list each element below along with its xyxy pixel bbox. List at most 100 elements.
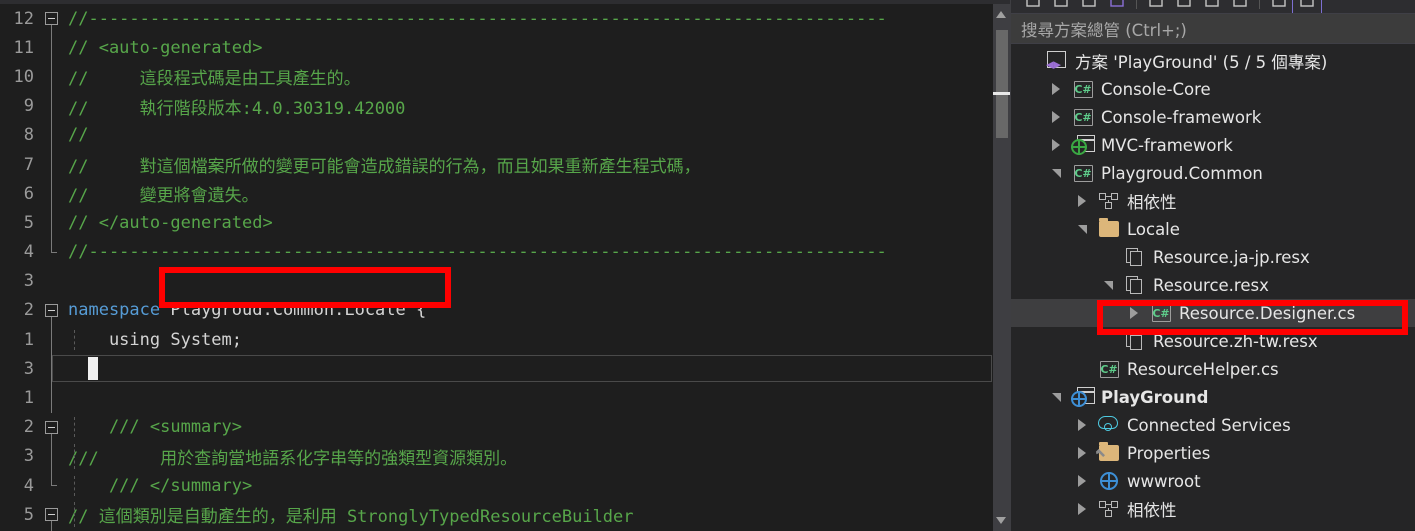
code-editor-pane[interactable]: 12//------------------------------------… (0, 0, 1010, 531)
code-line[interactable]: 1 using System; (0, 325, 1010, 355)
chevron-down-icon[interactable] (1069, 224, 1095, 234)
fold-column[interactable] (40, 413, 66, 442)
chevron-down-icon[interactable] (1043, 392, 1069, 402)
chevron-right-icon[interactable] (1069, 475, 1095, 487)
tree-item-properties[interactable]: Properties (1011, 439, 1415, 467)
fold-column[interactable] (40, 62, 66, 92)
refresh-icon[interactable] (1142, 0, 1170, 13)
code-line[interactable]: 9 // 執行階段版本:4.0.30319.42000 (0, 91, 1010, 121)
code-line[interactable]: 5 // </auto-generated> (0, 208, 1010, 238)
code-text-area[interactable]: 12//------------------------------------… (0, 4, 1010, 531)
collapse-minus-icon[interactable] (45, 420, 58, 434)
tree-item-playground[interactable]: PlayGround (1011, 383, 1415, 411)
tree-item-wwwroot[interactable]: wwwroot (1011, 467, 1415, 495)
code-line[interactable]: 11 // <auto-generated> (0, 33, 1010, 63)
collapse-all-icon[interactable] (1170, 0, 1198, 13)
collapse-minus-icon[interactable] (45, 12, 58, 25)
view-code-icon[interactable] (1226, 0, 1254, 13)
code-line[interactable]: 4 //-------------------------------------… (0, 237, 1010, 267)
tree-item-resource-resx[interactable]: Resource.resx (1011, 271, 1415, 299)
properties-icon[interactable] (1265, 0, 1293, 13)
code-line[interactable]: 4 /// </summary> (0, 471, 1010, 500)
tree-item-[interactable]: 相依性 (1011, 187, 1415, 215)
code-line[interactable]: 3 (0, 267, 1010, 296)
tree-item-connected-services[interactable]: Connected Services (1011, 411, 1415, 439)
tree-item-resource-ja-jp-resx[interactable]: Resource.ja-jp.resx (1011, 243, 1415, 271)
chevron-right-icon[interactable] (1121, 307, 1147, 319)
fold-column[interactable] (40, 120, 66, 150)
fold-column[interactable] (40, 325, 66, 355)
code-line[interactable]: 7 // 對這個檔案所做的變更可能會造成錯誤的行為，而且如果重新產生程式碼， (0, 149, 1010, 180)
scrollbar-thumb[interactable] (996, 30, 1008, 138)
show-all-files-icon[interactable] (1198, 0, 1226, 13)
chevron-right-icon[interactable] (1069, 195, 1095, 207)
indent-guide (74, 417, 75, 438)
tree-item-resource-designer-cs[interactable]: C# Resource.Designer.cs (1011, 299, 1415, 327)
fold-column[interactable] (40, 237, 66, 267)
chevron-down-icon[interactable] (1043, 168, 1069, 178)
chevron-right-icon[interactable] (1043, 111, 1069, 123)
chevron-right-icon[interactable] (1043, 139, 1069, 151)
fold-column[interactable] (40, 179, 66, 209)
solution-explorer-search-box[interactable]: 搜尋方案總管 (Ctrl+;) (1011, 14, 1415, 44)
code-line[interactable]: 2 namespace Playgroud.Common.Locale { (0, 296, 1010, 326)
back-arrow-icon[interactable] (1019, 0, 1047, 13)
tree-item-locale[interactable]: Locale (1011, 215, 1415, 243)
code-token: // 這個類別是自動產生的，是利用 StronglyTypedResourceB… (68, 507, 634, 528)
scroll-up-arrow-icon[interactable] (993, 6, 1010, 23)
collapse-minus-icon[interactable] (45, 508, 58, 522)
solution-explorer-toolbar[interactable] (1011, 0, 1415, 14)
code-line[interactable]: 10 // 這段程式碼是由工具產生的。 (0, 62, 1010, 92)
chevron-right-icon[interactable] (1069, 419, 1095, 431)
tree-item-console-framework[interactable]: C# Console-framework (1011, 103, 1415, 131)
code-line[interactable]: 6 // 變更將會遺失。 (0, 179, 1010, 209)
collapse-minus-icon[interactable] (45, 303, 58, 317)
fold-column[interactable] (40, 267, 66, 296)
preview-selected-items-icon[interactable] (1292, 0, 1322, 13)
line-number: 7 (23, 154, 34, 175)
chevron-right-icon[interactable] (1069, 503, 1095, 515)
fold-column[interactable] (40, 441, 66, 471)
fold-column[interactable] (40, 383, 66, 413)
fold-column[interactable] (40, 296, 66, 326)
fold-column[interactable] (40, 500, 66, 530)
code-line-text: // 對這個檔案所做的變更可能會造成錯誤的行為，而且如果重新產生程式碼， (66, 152, 1010, 177)
tree-item-console-core[interactable]: C# Console-Core (1011, 75, 1415, 103)
code-line[interactable]: 8 // (0, 120, 1010, 150)
tree-item-label: Locale (1127, 219, 1180, 239)
editor-vertical-scrollbar[interactable] (993, 4, 1010, 531)
home-icon[interactable] (1075, 0, 1103, 13)
tree-item-resource-zh-tw-resx[interactable]: Resource.zh-tw.resx (1011, 327, 1415, 355)
sync-with-active-document-icon[interactable] (1103, 0, 1131, 13)
chevron-down-icon[interactable] (1095, 280, 1121, 290)
tree-item-mvc-framework[interactable]: MVC-framework (1011, 131, 1415, 159)
code-line[interactable]: 5 // 這個類別是自動產生的，是利用 StronglyTypedResource… (0, 500, 1010, 530)
fold-column[interactable] (40, 91, 66, 121)
fold-column[interactable] (40, 4, 66, 34)
code-line[interactable]: 3 /// 用於查詢當地語系化字串等的強類型資源類別。 (0, 441, 1010, 471)
code-line[interactable]: 1 (0, 383, 1010, 413)
line-number: 2 (23, 300, 34, 321)
tree-item-playgroud-common[interactable]: C# Playgroud.Common (1011, 159, 1415, 187)
scroll-down-arrow-icon[interactable] (993, 512, 1010, 529)
fold-column[interactable] (40, 354, 66, 384)
code-token: using System; (68, 329, 242, 350)
chevron-right-icon[interactable] (1069, 447, 1095, 459)
fold-column[interactable] (40, 208, 66, 238)
chevron-right-icon[interactable] (1043, 83, 1069, 95)
code-line[interactable]: 2 /// <summary> (0, 413, 1010, 442)
line-number: 11 (13, 37, 34, 58)
code-line[interactable]: 3 (0, 354, 1010, 384)
code-line[interactable]: 12 //------------------------------------… (0, 4, 1010, 34)
tree-item-playground-5-5[interactable]: ◂▸ 方案 'PlayGround' (5 / 5 個專案) (1011, 47, 1415, 75)
line-number: 5 (23, 504, 34, 525)
solution-tree[interactable]: ◂▸ 方案 'PlayGround' (5 / 5 個專案) C# Console-C… (1011, 44, 1415, 530)
forward-arrow-icon[interactable] (1047, 0, 1075, 13)
fold-column[interactable] (40, 471, 66, 500)
tree-item-[interactable]: 相依性 (1011, 495, 1415, 523)
fold-column[interactable] (40, 33, 66, 63)
solution-explorer-panel[interactable]: 搜尋方案總管 (Ctrl+;) ◂▸ 方案 'PlayGround' (5 / 5… (1010, 0, 1415, 531)
fold-column[interactable] (40, 149, 66, 180)
toolbar-separator (1259, 0, 1260, 9)
tree-item-resourcehelper-cs[interactable]: C# ResourceHelper.cs (1011, 355, 1415, 383)
